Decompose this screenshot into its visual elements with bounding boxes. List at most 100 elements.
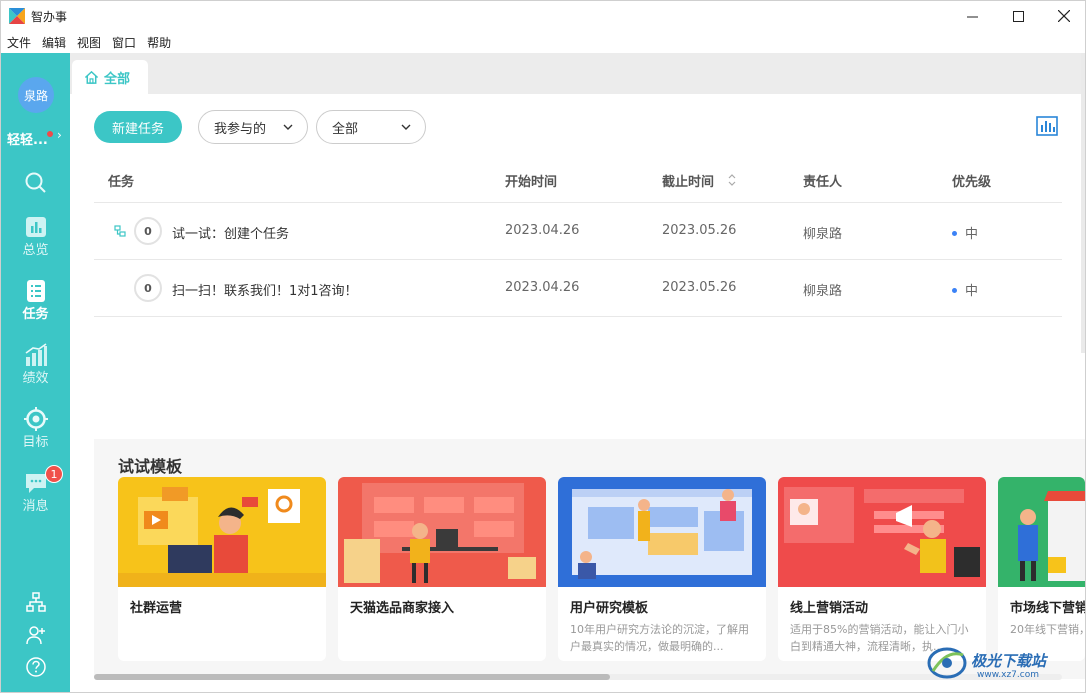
template-card[interactable]: 用户研究模板 10年用户研究方法论的沉淀，了解用户最真实的情况，做最明确的... xyxy=(558,477,766,661)
message-count-badge: 1 xyxy=(45,465,63,483)
task-name[interactable]: 扫一扫！联系我们！1对1咨询！ xyxy=(172,280,358,299)
notification-dot xyxy=(47,131,53,137)
tab-all[interactable]: 全部 xyxy=(72,60,148,94)
sidebar-item-goals[interactable]: 目标 xyxy=(1,407,70,450)
app-window: 智办事 文件 编辑 视图 窗口 帮助 泉路 轻轻... › 总览 任务 绩效 目… xyxy=(0,0,1086,693)
template-card[interactable]: 天猫选品商家接入 xyxy=(338,477,546,661)
status-filter-value: 全部 xyxy=(332,121,359,137)
sidebar-search[interactable] xyxy=(1,171,70,195)
chevron-down-icon xyxy=(401,124,411,130)
window-title: 智办事 xyxy=(31,10,68,24)
menu-help[interactable]: 帮助 xyxy=(147,34,171,51)
template-illustration xyxy=(778,477,986,587)
template-name: 天猫选品商家接入 xyxy=(350,601,455,616)
message-icon xyxy=(25,474,46,493)
watermark-text: 极光下载站 xyxy=(971,652,1047,670)
template-card[interactable]: 线上营销活动 适用于85%的营销活动，能让入门小白到精通大神，流程清晰，执... xyxy=(778,477,986,661)
priority: 中 xyxy=(952,223,978,242)
priority: 中 xyxy=(952,280,978,299)
close-icon xyxy=(1058,10,1070,22)
template-name: 社群运营 xyxy=(130,601,183,616)
watermark-logo-icon xyxy=(927,647,967,679)
template-illustration xyxy=(558,477,766,587)
column-header-task: 任务 xyxy=(108,175,135,190)
sidebar-item-overview[interactable]: 总览 xyxy=(1,215,70,258)
sidebar-item-label: 总览 xyxy=(22,243,49,258)
template-description: 10年用户研究方法论的沉淀，了解用户最真实的情况，做最明确的... xyxy=(570,623,749,653)
task-list-icon xyxy=(26,280,45,302)
priority-label: 中 xyxy=(965,227,979,242)
chevron-down-icon xyxy=(283,124,293,130)
sidebar-item-label: 消息 xyxy=(22,499,49,514)
owner: 柳泉路 xyxy=(803,227,843,242)
templates-title: 试试模板 xyxy=(118,457,183,476)
sidebar: 泉路 轻轻... › 总览 任务 绩效 目标 消息 1 xyxy=(1,53,70,692)
main-content: 新建任务 我参与的 全部 任务 开始时间 截止时间 责任人 优先级 0 试一试：… xyxy=(70,94,1085,692)
template-illustration xyxy=(998,477,1085,587)
owner: 柳泉路 xyxy=(803,284,843,299)
statistics-chart-icon[interactable] xyxy=(1036,116,1058,136)
priority-dot xyxy=(952,231,957,236)
template-card[interactable]: 社群运营 xyxy=(118,477,326,661)
tab-strip: 全部 xyxy=(70,53,1085,94)
priority-dot xyxy=(952,288,957,293)
menu-view[interactable]: 视图 xyxy=(77,34,101,51)
sidebar-item-tasks[interactable]: 任务 xyxy=(1,279,70,322)
watermark-url: www.xz7.com xyxy=(977,670,1039,680)
participation-filter-value: 我参与的 xyxy=(214,121,267,137)
column-header-start[interactable]: 开始时间 xyxy=(505,171,557,190)
priority-label: 中 xyxy=(965,284,979,299)
end-date: 2023.05.26 xyxy=(662,280,737,295)
sidebar-item-messages[interactable]: 消息 1 xyxy=(1,465,70,514)
template-illustration xyxy=(338,477,546,587)
vertical-scrollbar[interactable] xyxy=(1081,53,1085,353)
search-icon xyxy=(25,172,46,193)
progress-circle[interactable]: 0 xyxy=(134,217,162,245)
sidebar-item-performance[interactable]: 绩效 xyxy=(1,343,70,386)
start-date: 2023.04.26 xyxy=(505,280,580,295)
close-button[interactable] xyxy=(1041,1,1085,31)
menu-bar: 文件 编辑 视图 窗口 帮助 xyxy=(1,31,1085,53)
home-icon xyxy=(84,70,99,84)
column-header-deadline[interactable]: 截止时间 xyxy=(662,171,714,190)
column-header-owner: 责任人 xyxy=(803,175,843,190)
table-row[interactable]: 0 扫一扫！联系我们！1对1咨询！ 2023.04.26 2023.05.26 … xyxy=(94,260,1062,317)
add-user-icon[interactable] xyxy=(25,624,47,646)
template-illustration xyxy=(118,477,326,587)
minimize-button[interactable] xyxy=(949,1,995,31)
title-bar: 智办事 xyxy=(1,1,1085,31)
app-logo-icon xyxy=(9,8,25,24)
status-filter-select[interactable]: 全部 xyxy=(316,110,426,144)
scrollbar-thumb[interactable] xyxy=(94,674,610,680)
performance-icon xyxy=(25,343,47,366)
chevron-right-icon[interactable]: › xyxy=(57,128,62,142)
maximize-button[interactable] xyxy=(995,1,1041,31)
start-date: 2023.04.26 xyxy=(505,223,580,238)
menu-file[interactable]: 文件 xyxy=(7,34,31,51)
chart-bar-icon xyxy=(25,217,46,237)
template-name: 线上营销活动 xyxy=(790,601,869,616)
avatar[interactable]: 泉路 xyxy=(18,77,54,113)
progress-circle[interactable]: 0 xyxy=(134,274,162,302)
table-row[interactable]: 0 试一试：创建个任务 2023.04.26 2023.05.26 柳泉路 中 xyxy=(94,203,1062,260)
template-name: 用户研究模板 xyxy=(570,601,649,616)
username[interactable]: 轻轻... xyxy=(7,129,48,148)
task-table-header: 任务 开始时间 截止时间 责任人 优先级 xyxy=(94,164,1062,203)
horizontal-scrollbar[interactable] xyxy=(94,674,1062,680)
maximize-icon xyxy=(1012,10,1024,22)
sidebar-item-label: 目标 xyxy=(22,435,49,450)
participation-filter-select[interactable]: 我参与的 xyxy=(198,110,308,144)
watermark: 极光下载站 www.xz7.com xyxy=(927,641,1083,685)
new-task-button[interactable]: 新建任务 xyxy=(94,111,182,143)
template-card[interactable]: 市场线下营销 20年线下营销，出级的任务，... xyxy=(998,477,1085,661)
end-date: 2023.05.26 xyxy=(662,223,737,238)
sort-icon[interactable] xyxy=(728,173,736,187)
org-chart-icon[interactable] xyxy=(25,591,47,613)
menu-window[interactable]: 窗口 xyxy=(112,34,136,51)
column-header-priority: 优先级 xyxy=(952,175,992,190)
subtask-icon[interactable] xyxy=(114,225,126,237)
tab-label: 全部 xyxy=(104,71,131,87)
help-icon[interactable] xyxy=(25,656,47,678)
task-name[interactable]: 试一试：创建个任务 xyxy=(172,223,289,242)
menu-edit[interactable]: 编辑 xyxy=(42,34,66,51)
